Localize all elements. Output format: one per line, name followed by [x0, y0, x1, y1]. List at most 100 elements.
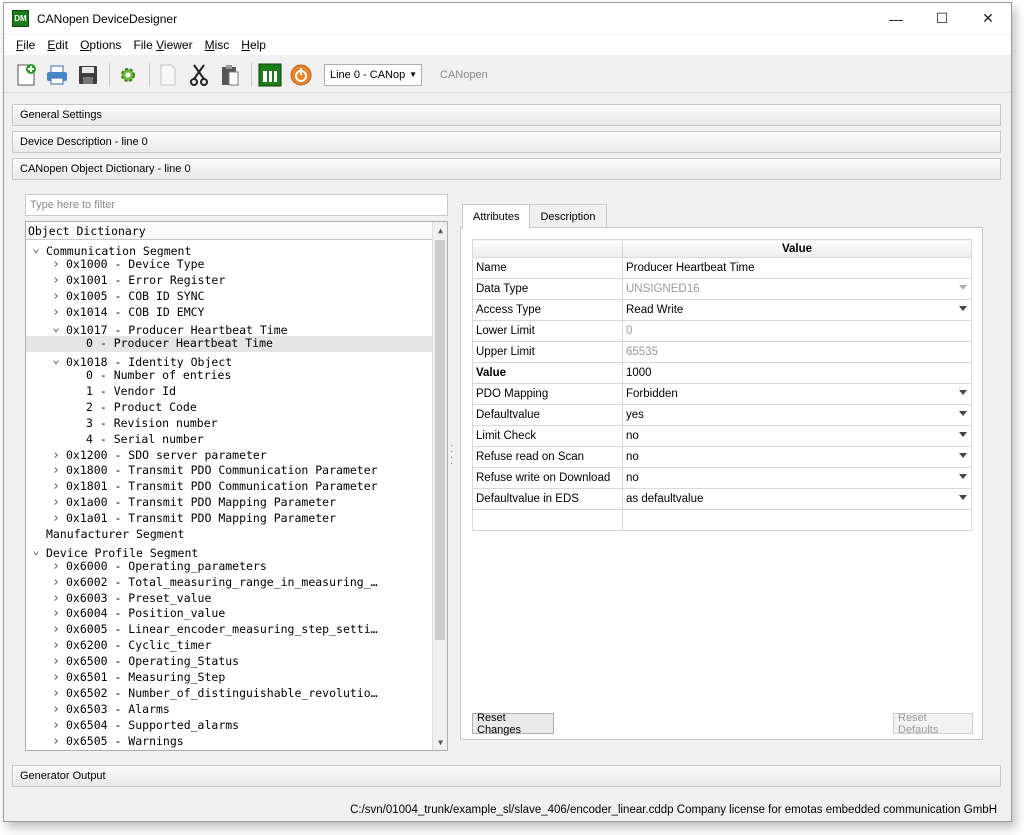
save-icon[interactable] [74, 61, 102, 89]
tree-item[interactable]: › 0x6503 - Alarms [26, 702, 432, 718]
tree-item[interactable]: › 0x6501 - Measuring_Step [26, 670, 432, 686]
generator-output-section[interactable]: Generator Output [12, 765, 1001, 787]
filter-input[interactable]: Type here to filter [25, 194, 448, 216]
maximize-button[interactable]: ☐ [919, 3, 965, 34]
tree-item[interactable]: › 0x1001 - Error Register [26, 273, 432, 289]
scroll-up-icon[interactable]: ▲ [433, 222, 447, 238]
attribute-value-select[interactable]: yes [622, 404, 972, 426]
tree-item[interactable]: 4 - Serial number [26, 432, 432, 448]
expanded-arrow-icon[interactable]: ⌄ [50, 352, 62, 368]
collapsed-arrow-icon[interactable]: › [50, 734, 62, 750]
collapsed-arrow-icon[interactable]: › [50, 479, 62, 495]
attribute-value-field[interactable] [622, 509, 972, 531]
chevron-down-icon[interactable] [959, 285, 967, 290]
tree-item[interactable]: › 0x6004 - Position_value [26, 606, 432, 622]
attribute-value-select[interactable]: no [622, 467, 972, 489]
tree-item[interactable]: › 0x1800 - Transmit PDO Communication Par… [26, 463, 432, 479]
attribute-value-select[interactable]: UNSIGNED16 [622, 278, 972, 300]
collapsed-arrow-icon[interactable]: › [50, 305, 62, 321]
attribute-value-field[interactable]: 0 [622, 320, 972, 342]
tree-item[interactable]: › 0x1000 - Device Type [26, 257, 432, 273]
minimize-button[interactable]: — [873, 3, 919, 34]
general-settings-section[interactable]: General Settings [12, 104, 1001, 126]
tree-item[interactable]: › 0x1005 - COB ID SYNC [26, 289, 432, 305]
attribute-value-select[interactable]: Read Write [622, 299, 972, 321]
menu-item[interactable]: Misc [199, 38, 236, 52]
tree-item[interactable]: › 0x1014 - COB ID EMCY [26, 305, 432, 321]
chevron-down-icon[interactable] [959, 453, 967, 458]
cut-icon[interactable] [185, 61, 213, 89]
paste-icon[interactable] [216, 61, 244, 89]
tree-item[interactable]: › 0x6502 - Number_of_distinguishable_revo… [26, 686, 432, 702]
collapsed-arrow-icon[interactable]: › [50, 686, 62, 702]
tree-item[interactable]: › 0x6005 - Linear_encoder_measuring_step_… [26, 622, 432, 638]
tree-item[interactable]: ⌄ Communication Segment [26, 241, 432, 257]
tree-item[interactable]: › 0x6000 - Operating_parameters [26, 559, 432, 575]
blank-page-icon[interactable] [154, 61, 182, 89]
tree-item[interactable]: › 0x1a01 - Transmit PDO Mapping Parameter [26, 511, 432, 527]
expanded-arrow-icon[interactable]: ⌄ [30, 543, 42, 559]
tab-description[interactable]: Description [529, 204, 607, 228]
attribute-value-field[interactable]: 1000 [622, 362, 972, 384]
tree-item[interactable]: › 0x6003 - Preset_value [26, 591, 432, 607]
tree-item[interactable]: › 0x6504 - Supported_alarms [26, 718, 432, 734]
collapsed-arrow-icon[interactable]: › [50, 670, 62, 686]
tree-item[interactable]: 0 - Producer Heartbeat Time [26, 336, 432, 353]
menu-item[interactable]: File Viewer [127, 38, 198, 52]
tree-item[interactable]: 0 - Number of entries [26, 368, 432, 384]
tree-item[interactable]: ⌄ Device Profile Segment [26, 543, 432, 559]
collapsed-arrow-icon[interactable]: › [50, 463, 62, 479]
chevron-down-icon[interactable] [959, 474, 967, 479]
tree-item[interactable]: 2 - Product Code [26, 400, 432, 416]
expanded-arrow-icon[interactable]: ⌄ [50, 320, 62, 336]
reset-defaults-button[interactable]: Reset Defaults [893, 712, 973, 736]
tree-item[interactable]: › 0x6500 - Operating_Status [26, 654, 432, 670]
collapsed-arrow-icon[interactable]: › [50, 591, 62, 607]
close-button[interactable]: ✕ [965, 3, 1011, 34]
tree-item[interactable]: 1 - Vendor Id [26, 384, 432, 400]
menu-item[interactable]: Options [74, 38, 127, 52]
chevron-down-icon[interactable] [959, 432, 967, 437]
collapsed-arrow-icon[interactable]: › [50, 559, 62, 575]
collapsed-arrow-icon[interactable]: › [50, 273, 62, 289]
tree-scrollbar[interactable]: ▲ ▼ [432, 222, 447, 750]
tree-item[interactable]: › 0x1801 - Transmit PDO Communication Par… [26, 479, 432, 495]
settings-gear-icon[interactable] [114, 61, 142, 89]
splitter-handle[interactable]: · · · · [450, 441, 453, 469]
scrollbar-thumb[interactable] [435, 240, 445, 640]
attribute-value-field[interactable]: 65535 [622, 341, 972, 363]
expanded-arrow-icon[interactable]: ⌄ [30, 241, 42, 257]
collapsed-arrow-icon[interactable]: › [50, 638, 62, 654]
tree-item[interactable]: › 0x6002 - Total_measuring_range_in_measu… [26, 575, 432, 591]
tree-item[interactable]: › 0x1200 - SDO server parameter [26, 448, 432, 464]
scroll-down-icon[interactable]: ▼ [433, 734, 447, 750]
collapsed-arrow-icon[interactable]: › [50, 718, 62, 734]
tree-item[interactable]: Manufacturer Segment [26, 527, 432, 543]
new-file-icon[interactable] [12, 61, 40, 89]
attribute-value-select[interactable]: as defaultvalue [622, 488, 972, 510]
tree-item[interactable]: ⌄ 0x1017 - Producer Heartbeat Time [26, 320, 432, 336]
attribute-value-select[interactable]: no [622, 425, 972, 447]
collapsed-arrow-icon[interactable]: › [50, 654, 62, 670]
menu-item[interactable]: Help [235, 38, 272, 52]
dm-logo-icon[interactable] [256, 61, 284, 89]
collapsed-arrow-icon[interactable]: › [50, 257, 62, 273]
print-icon[interactable] [43, 61, 71, 89]
tree-item[interactable]: › 0x1a00 - Transmit PDO Mapping Parameter [26, 495, 432, 511]
chevron-down-icon[interactable] [959, 495, 967, 500]
collapsed-arrow-icon[interactable]: › [50, 289, 62, 305]
collapsed-arrow-icon[interactable]: › [50, 575, 62, 591]
device-description-section[interactable]: Device Description - line 0 [12, 131, 1001, 153]
collapsed-arrow-icon[interactable]: › [50, 702, 62, 718]
menu-item[interactable]: File [10, 38, 41, 52]
object-dictionary-section[interactable]: CANopen Object Dictionary - line 0 [12, 158, 1001, 180]
collapsed-arrow-icon[interactable]: › [50, 606, 62, 622]
collapsed-arrow-icon[interactable]: › [50, 495, 62, 511]
chevron-down-icon[interactable] [959, 411, 967, 416]
attribute-value-select[interactable]: Forbidden [622, 383, 972, 405]
menu-item[interactable]: Edit [41, 38, 74, 52]
tree-item[interactable]: › 0x6505 - Warnings [26, 734, 432, 750]
tree-item[interactable]: 3 - Revision number [26, 416, 432, 432]
attribute-value-select[interactable]: no [622, 446, 972, 468]
attribute-value-field[interactable]: Producer Heartbeat Time [622, 257, 972, 279]
